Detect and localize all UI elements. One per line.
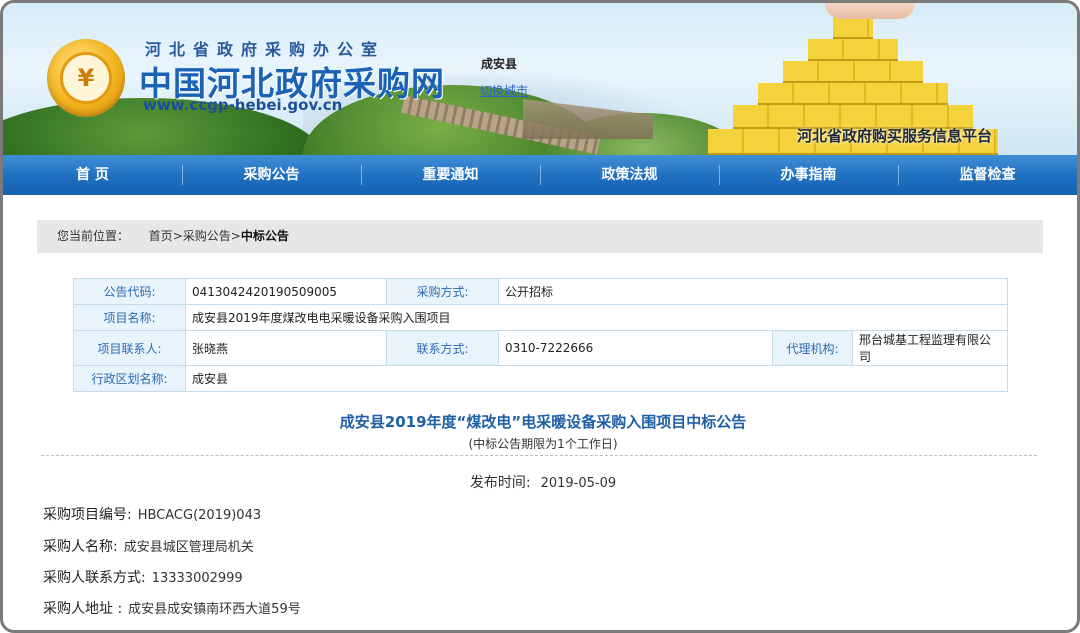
breadcrumb-home[interactable]: 首页	[149, 229, 173, 243]
page-frame: ¥ 河北省政府采购办公室 中国河北政府采购网 www.ccgp-hebei.go…	[0, 0, 1080, 633]
nav-policies[interactable]: 政策法规	[540, 155, 719, 195]
buyer-address-value: 成安县成安镇南环西大道59号	[128, 602, 301, 617]
table-row: 行政区划名称: 成安县	[73, 365, 1008, 392]
district-value: 成安县	[185, 365, 1008, 392]
table-row: 项目名称: 成安县2019年度煤改电电采暖设备采购入围项目	[73, 304, 1008, 331]
nav-procurement-notices[interactable]: 采购公告	[182, 155, 361, 195]
contact-label: 项目联系人:	[73, 330, 186, 366]
method-value: 公开招标	[498, 278, 1008, 305]
publish-time: 发布时间: 2019-05-09	[3, 472, 1077, 492]
site-logo[interactable]: ¥	[47, 39, 125, 117]
nav-important-notices[interactable]: 重要通知	[361, 155, 540, 195]
publish-label: 发布时间:	[469, 475, 531, 491]
buyer-label: 采购人名称:	[43, 539, 118, 555]
breadcrumb-current: 中标公告	[240, 229, 289, 243]
agency-value: 邢台城基工程监理有限公司	[852, 330, 1008, 366]
phone-value: 0310-7222666	[498, 330, 773, 366]
breadcrumb-separator: >	[172, 229, 183, 243]
buyer-address-field: 采购人地址 : 成安县成安镇南环西大道59号	[43, 598, 301, 618]
nav-guide[interactable]: 办事指南	[719, 155, 898, 195]
current-region: 成安县	[481, 57, 518, 71]
table-row: 公告代码: 0413042420190509005 采购方式: 公开招标	[73, 278, 1008, 305]
publish-date: 2019-05-09	[540, 476, 617, 491]
buyer-address-label: 采购人地址 :	[43, 601, 123, 617]
site-banner: ¥ 河北省政府采购办公室 中国河北政府采购网 www.ccgp-hebei.go…	[3, 3, 1077, 155]
coin-icon: ¥	[60, 52, 112, 104]
breadcrumb-prefix: 您当前位置：	[57, 229, 130, 243]
district-label: 行政区划名称:	[73, 365, 186, 392]
breadcrumb: 您当前位置： 首页>采购公告>中标公告	[37, 220, 1043, 253]
table-row: 项目联系人: 张晓燕 联系方式: 0310-7222666 代理机构: 邢台城基…	[73, 330, 1008, 366]
switch-city-link[interactable]: 切换城市	[480, 82, 528, 99]
notice-subtitle: (中标公告期限为1个工作日)	[468, 437, 618, 451]
buyer-value: 成安县城区管理局机关	[123, 540, 254, 555]
breadcrumb-section[interactable]: 采购公告	[183, 229, 231, 243]
phone-label: 联系方式:	[386, 330, 499, 366]
notice-info-table: 公告代码: 0413042420190509005 采购方式: 公开招标 项目名…	[73, 278, 1008, 392]
hand-illustration	[825, 3, 915, 19]
buyer-phone-label: 采购人联系方式:	[43, 570, 146, 586]
project-label: 项目名称:	[73, 304, 186, 331]
agency-label: 代理机构:	[772, 330, 853, 366]
nav-home[interactable]: 首 页	[3, 155, 182, 195]
project-value: 成安县2019年度煤改电电采暖设备采购入围项目	[185, 304, 1008, 331]
breadcrumb-separator: >	[230, 229, 241, 243]
nav-supervision[interactable]: 监督检查	[898, 155, 1077, 195]
code-label: 公告代码:	[73, 278, 186, 305]
main-nav: 首 页 采购公告 重要通知 政策法规 办事指南 监督检查	[3, 155, 1077, 195]
buyer-field: 采购人名称: 成安县城区管理局机关	[43, 536, 254, 556]
buyer-phone-value: 13333002999	[151, 571, 243, 586]
method-label: 采购方式:	[386, 278, 499, 305]
platform-name: 河北省政府购买服务信息平台	[797, 127, 993, 145]
site-url: www.ccgp-hebei.gov.cn	[143, 96, 343, 114]
buyer-phone-field: 采购人联系方式: 13333002999	[43, 567, 243, 587]
notice-title: 成安县2019年度“煤改电”电采暖设备采购入围项目中标公告	[339, 413, 747, 431]
project-number-value: HBCACG(2019)043	[137, 508, 262, 523]
contact-value: 张晓燕	[185, 330, 387, 366]
project-number-field: 采购项目编号: HBCACG(2019)043	[43, 504, 261, 524]
project-number-label: 采购项目编号:	[43, 507, 132, 523]
code-value: 0413042420190509005	[185, 278, 387, 305]
divider	[41, 455, 1037, 456]
